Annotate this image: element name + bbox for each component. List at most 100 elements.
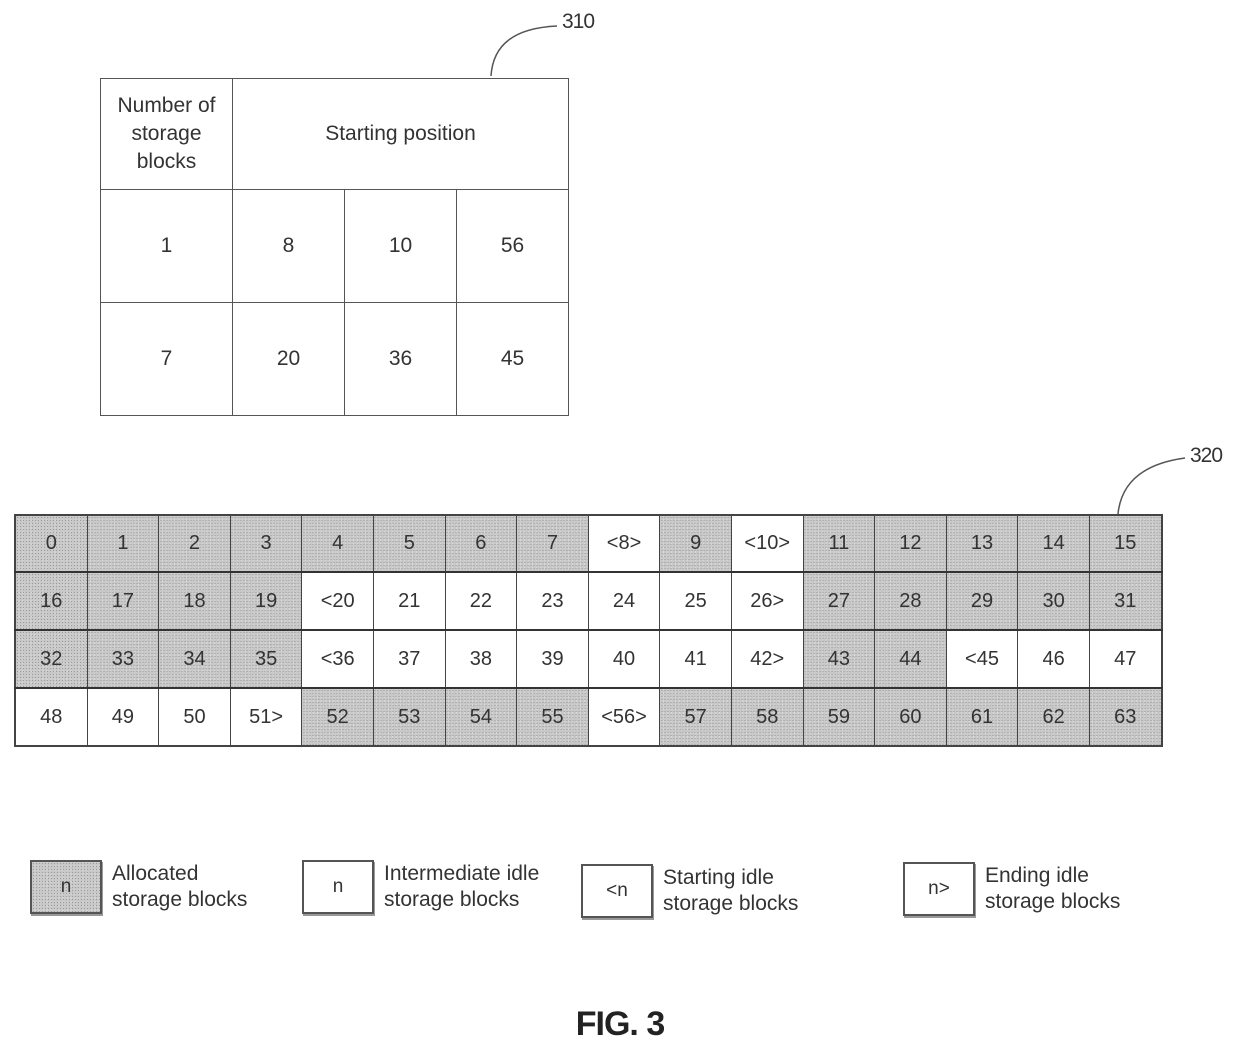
idle-block-cell: 22 [444, 571, 518, 631]
allocated-block-cell: 28 [874, 571, 947, 631]
legend-intermediate-idle: n Intermediate idle storage blocks [302, 860, 539, 914]
legend-line: storage blocks [384, 888, 520, 911]
starting-position-cell: 36 [344, 302, 457, 416]
figure-caption: FIG. 3 [575, 1005, 665, 1043]
allocated-block-cell: 60 [874, 687, 947, 747]
allocated-block-cell: 43 [802, 629, 876, 689]
idle-block-cell: <20 [301, 571, 374, 631]
idle-block-cell: 48 [14, 687, 88, 747]
legend-allocated: n Allocated storage blocks [30, 860, 247, 914]
legend-label: Ending idle storage blocks [985, 863, 1120, 915]
allocated-block-cell: 44 [874, 629, 947, 689]
legend-swatch-intermediate-idle: n [302, 860, 374, 914]
legend-line: Intermediate idle [384, 862, 540, 885]
idle-block-cell: 47 [1088, 629, 1163, 689]
idle-block-cell: 38 [444, 629, 518, 689]
idle-block-cell: 24 [587, 571, 661, 631]
legend-line: storage blocks [985, 890, 1121, 913]
allocated-block-cell: 13 [945, 514, 1019, 573]
allocated-block-cell: 15 [1088, 514, 1163, 573]
allocated-block-cell: 61 [945, 687, 1019, 747]
allocated-block-cell: 5 [372, 514, 446, 573]
starting-position-cell: 56 [456, 189, 569, 303]
allocated-block-cell: 6 [444, 514, 518, 573]
grid-row: 48 49 50 51> 52 53 54 55 <56> 57 58 59 60 61 62 63 [14, 687, 1163, 747]
allocated-block-cell: 32 [14, 629, 88, 689]
legend-line: storage blocks [112, 888, 248, 911]
idle-block-cell: 21 [372, 571, 446, 631]
leader-line-320 [1117, 457, 1186, 515]
legend-label: Intermediate idle storage blocks [384, 861, 539, 913]
leader-line-310 [490, 25, 558, 77]
legend-label: Allocated storage blocks [112, 861, 247, 913]
legend-swatch-starting-idle: <n [581, 864, 653, 918]
idle-block-cell: 50 [158, 687, 231, 747]
allocated-block-cell: 14 [1017, 514, 1090, 573]
allocated-block-cell: 1 [86, 514, 160, 573]
allocated-block-cell: 9 [659, 514, 732, 573]
allocated-block-cell: 19 [229, 571, 303, 631]
idle-block-cell: 46 [1017, 629, 1090, 689]
legend-swatch-ending-idle: n> [903, 862, 975, 916]
legend-ending-idle: n> Ending idle storage blocks [903, 862, 1120, 916]
legend-swatch-allocated: n [30, 860, 102, 914]
allocated-block-cell: 2 [158, 514, 231, 573]
allocated-block-cell: 11 [802, 514, 876, 573]
grid-row: 0 1 2 3 4 5 6 7 <8> 9 <10> 11 12 13 14 15 [14, 514, 1163, 573]
allocated-block-cell: 12 [874, 514, 947, 573]
allocated-block-cell: 3 [229, 514, 303, 573]
block-count-cell: 7 [100, 302, 233, 416]
allocated-block-cell: 27 [802, 571, 876, 631]
idle-block-cell: <45 [945, 629, 1019, 689]
legend-line: Allocated [112, 862, 199, 885]
allocated-block-cell: 59 [802, 687, 876, 747]
allocated-block-cell: 55 [516, 687, 589, 747]
grid-row: 32 33 34 35 <36 37 38 39 40 41 42> 43 44 <45 46 47 [14, 629, 1163, 689]
header-number-of-storage-blocks: Number of storage blocks [100, 78, 233, 190]
table-header-row: Number of storage blocks Starting positi… [100, 78, 569, 190]
idle-block-cell: 49 [86, 687, 160, 747]
idle-block-cell: 42> [730, 629, 804, 689]
allocated-block-cell: 52 [301, 687, 374, 747]
block-count-cell: 1 [100, 189, 233, 303]
idle-block-cell: 23 [516, 571, 589, 631]
allocated-block-cell: 57 [659, 687, 732, 747]
allocated-block-cell: 58 [730, 687, 804, 747]
allocated-block-cell: 33 [86, 629, 160, 689]
grid-row: 16 17 18 19 <20 21 22 23 24 25 26> 27 28 29 30 31 [14, 571, 1163, 631]
idle-block-cell: 37 [372, 629, 446, 689]
starting-position-cell: 20 [232, 302, 345, 416]
allocated-block-cell: 34 [158, 629, 231, 689]
table-row: 7 20 36 45 [100, 302, 569, 416]
idle-block-cell: <10> [730, 514, 804, 573]
allocated-block-cell: 18 [158, 571, 231, 631]
allocated-block-cell: 16 [14, 571, 88, 631]
allocated-block-cell: 0 [14, 514, 88, 573]
table-row: 1 8 10 56 [100, 189, 569, 303]
allocated-block-cell: 62 [1017, 687, 1090, 747]
legend-line: Starting idle [663, 866, 774, 889]
allocated-block-cell: 54 [444, 687, 518, 747]
idle-block-cell: 41 [659, 629, 732, 689]
allocated-block-cell: 7 [516, 514, 589, 573]
header-starting-position: Starting position [232, 78, 569, 190]
header-line: Number of [117, 94, 216, 117]
starting-position-cell: 10 [344, 189, 457, 303]
allocated-block-cell: 35 [229, 629, 303, 689]
legend-starting-idle: <n Starting idle storage blocks [581, 864, 798, 918]
header-line: storage [131, 122, 202, 145]
reference-label-310: 310 [562, 10, 595, 33]
idle-block-cell: 39 [516, 629, 589, 689]
allocated-block-cell: 30 [1017, 571, 1090, 631]
allocated-block-cell: 53 [372, 687, 446, 747]
allocated-block-cell: 17 [86, 571, 160, 631]
allocated-block-cell: 63 [1088, 687, 1163, 747]
idle-block-cell: 25 [659, 571, 732, 631]
idle-block-cell: 40 [587, 629, 661, 689]
idle-block-cell: 51> [229, 687, 303, 747]
idle-block-cell: 26> [730, 571, 804, 631]
legend-line: storage blocks [663, 892, 799, 915]
free-block-index-table: Number of storage blocks Starting positi… [100, 78, 569, 416]
header-line: blocks [136, 150, 197, 173]
allocated-block-cell: 4 [301, 514, 374, 573]
